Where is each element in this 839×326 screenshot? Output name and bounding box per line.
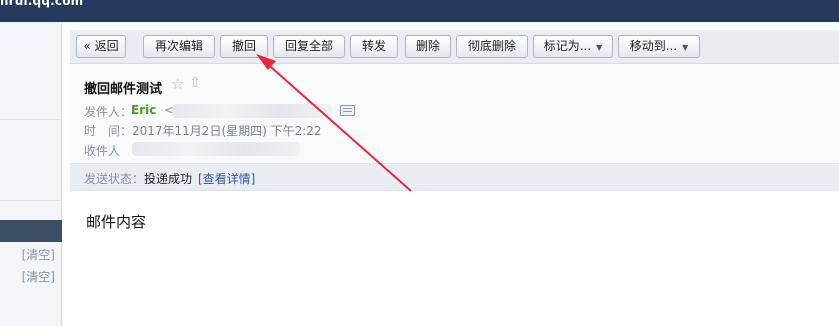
sender-label: 发件人： (84, 105, 133, 119)
star-icon[interactable]: ☆ (171, 75, 184, 93)
recipient-label: 收件人 (84, 144, 121, 158)
move-to-dropdown[interactable]: 移动到... ▼ (618, 35, 700, 58)
delete-permanently-button[interactable]: 彻底删除 (456, 35, 528, 58)
reply-all-button[interactable]: 回复全部 (273, 35, 345, 58)
sender-name[interactable]: Eric (131, 103, 156, 117)
send-status-value: 投递成功 (144, 172, 193, 186)
clear-folder-link[interactable]: [清空] (22, 268, 55, 285)
arrow-up-icon[interactable]: ⇧ (189, 75, 201, 91)
send-status-bar: 发送状态： 投递成功 [查看详情] (70, 163, 839, 191)
chevron-down-icon: ▼ (682, 43, 689, 52)
top-bar: lirui.qq.com (0, 0, 839, 22)
host-label: lirui.qq.com (0, 0, 84, 8)
clear-folder-link[interactable]: [清空] (22, 246, 55, 263)
mail-body: 邮件内容 (86, 213, 147, 231)
sidebar-divider (0, 200, 62, 201)
contact-card-icon[interactable] (340, 105, 355, 116)
mail-subject: 撤回邮件测试 (84, 82, 163, 97)
time-label: 时 间： (84, 124, 133, 138)
mark-as-dropdown[interactable]: 标记为... ▼ (533, 35, 613, 58)
mail-toolbar: « 返回 再次编辑 撤回 回复全部 转发 删除 彻底删除 标记为... ▼ 移动到… (70, 30, 839, 64)
redacted-recipient-address (132, 142, 300, 156)
recall-button[interactable]: 撤回 (220, 35, 268, 58)
redacted-sender-address (172, 104, 332, 118)
time-value: 2017年11月2日(星期四) 下午2:22 (132, 124, 322, 138)
chevron-down-icon: ▼ (596, 43, 603, 52)
delete-button[interactable]: 删除 (405, 35, 451, 58)
sidebar-section-header (0, 220, 62, 242)
back-button[interactable]: « 返回 (76, 35, 126, 58)
forward-button[interactable]: 转发 (350, 35, 398, 58)
send-status-label: 发送状态： (84, 172, 145, 186)
reedit-button[interactable]: 再次编辑 (143, 35, 215, 58)
left-sidebar: [清空] [清空] (0, 22, 62, 326)
move-to-label: 移动到... (629, 39, 678, 53)
mail-header: 撤回邮件测试 ☆ ⇧ 发件人： Eric < 时 间： 2017年11月2日(星… (70, 64, 839, 163)
mark-as-label: 标记为... (543, 39, 592, 53)
view-details-link[interactable]: [查看详情] (198, 170, 255, 187)
sidebar-divider (0, 119, 62, 120)
